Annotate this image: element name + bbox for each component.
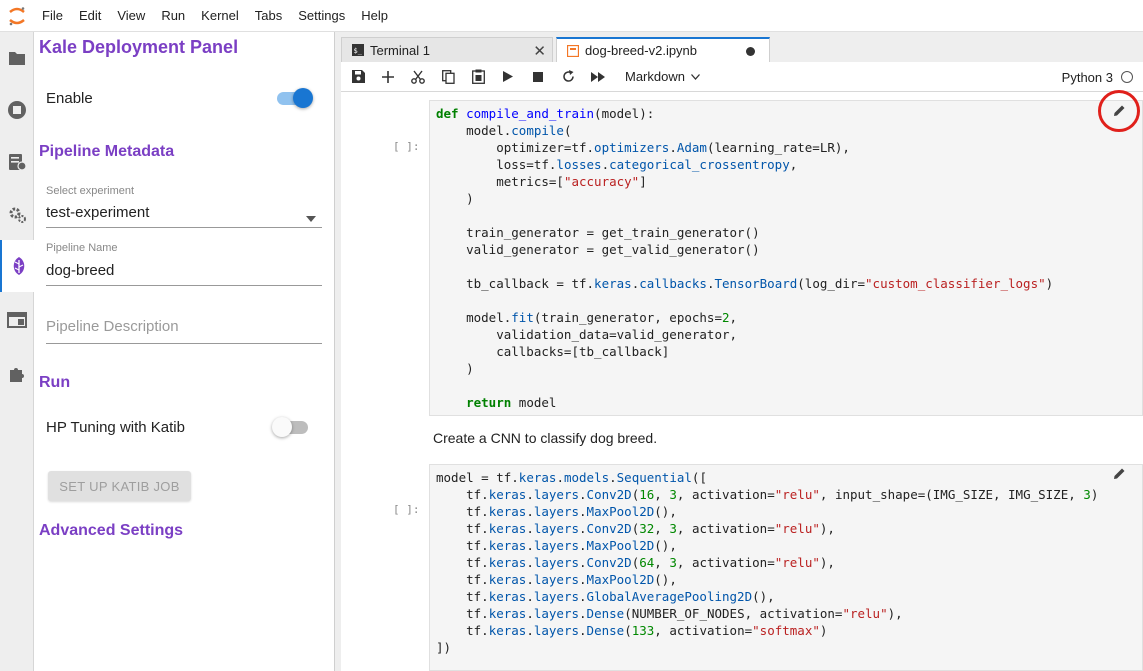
- enable-label: Enable: [46, 90, 93, 107]
- folder-icon[interactable]: [0, 32, 34, 84]
- tab-notebook[interactable]: dog-breed-v2.ipynb: [556, 37, 770, 62]
- run-title: Run: [39, 374, 71, 391]
- commands-icon[interactable]: [0, 136, 34, 188]
- property-inspector-icon[interactable]: [0, 188, 34, 240]
- tab-notebook-label: dog-breed-v2.ipynb: [585, 43, 698, 58]
- stop-icon[interactable]: [523, 62, 553, 92]
- menu-kernel[interactable]: Kernel: [193, 0, 247, 32]
- menu-edit[interactable]: Edit: [71, 0, 109, 32]
- left-sidebar-strip: [0, 32, 35, 671]
- cell-prompt: [ ]:: [393, 140, 420, 153]
- unsaved-dot-icon[interactable]: [746, 47, 755, 56]
- kernel-status-icon: [1121, 71, 1133, 83]
- highlight-circle: [1098, 90, 1140, 132]
- hp-tuning-label: HP Tuning with Katib: [46, 419, 185, 436]
- menu-run[interactable]: Run: [153, 0, 193, 32]
- cut-icon[interactable]: [403, 62, 433, 92]
- save-icon[interactable]: [343, 62, 373, 92]
- markdown-cell[interactable]: Create a CNN to classify dog breed.: [433, 430, 657, 446]
- experiment-select[interactable]: Select experiment test-experiment: [46, 182, 322, 228]
- running-icon[interactable]: [0, 84, 34, 136]
- pipeline-metadata-title: Pipeline Metadata: [39, 143, 175, 160]
- enable-toggle[interactable]: [275, 88, 313, 108]
- chevron-down-icon: [690, 73, 700, 80]
- run-icon[interactable]: [493, 62, 523, 92]
- advanced-settings-title[interactable]: Advanced Settings: [39, 522, 183, 540]
- kernel-name: Python 3: [1061, 69, 1113, 85]
- menu-settings[interactable]: Settings: [290, 0, 353, 32]
- pipeline-name-value: dog-breed: [46, 262, 115, 279]
- hp-tuning-toggle[interactable]: [272, 417, 310, 437]
- dropdown-arrow-icon: [306, 210, 316, 225]
- menu-file[interactable]: File: [34, 0, 71, 32]
- notebook-toolbar: Markdown Python 3: [341, 62, 1143, 92]
- cell-type-select[interactable]: Markdown: [625, 69, 700, 84]
- experiment-caption: Select experiment: [46, 185, 135, 197]
- tabs-icon[interactable]: [0, 294, 34, 346]
- panel-title: Kale Deployment Panel: [39, 37, 239, 57]
- fast-forward-icon[interactable]: [583, 62, 613, 92]
- pipeline-description-field[interactable]: Pipeline Description: [46, 310, 322, 344]
- pipeline-name-caption: Pipeline Name: [46, 242, 118, 254]
- menu-bar: File Edit View Run Kernel Tabs Settings …: [0, 0, 1143, 32]
- kale-icon[interactable]: [0, 240, 35, 292]
- jupyter-logo-icon: [0, 0, 34, 32]
- code-cell-compile-and-train[interactable]: def compile_and_train(model): model.comp…: [429, 100, 1143, 416]
- terminal-icon: $_: [352, 44, 364, 56]
- svg-text:$_: $_: [354, 47, 363, 55]
- cell-prompt: [ ]:: [393, 503, 420, 516]
- code-cell-model-sequential[interactable]: model = tf.keras.models.Sequential([ tf.…: [429, 464, 1143, 671]
- kernel-indicator[interactable]: Python 3: [1062, 62, 1133, 92]
- extensions-icon[interactable]: [0, 348, 34, 400]
- copy-icon[interactable]: [433, 62, 463, 92]
- tab-terminal-label: Terminal 1: [370, 42, 430, 58]
- notebook-panel: Markdown Python 3 [ ]: def compile_and_t…: [341, 62, 1143, 671]
- pipeline-name-field[interactable]: Pipeline Name dog-breed: [46, 239, 322, 286]
- add-cell-icon[interactable]: [373, 62, 403, 92]
- setup-katib-job-button[interactable]: SET UP KATIB JOB: [48, 471, 191, 501]
- kale-deployment-panel: Kale Deployment Panel Enable Pipeline Me…: [34, 32, 335, 671]
- notebook-icon: [567, 44, 579, 57]
- pipeline-description-placeholder: Pipeline Description: [46, 318, 179, 335]
- menu-help[interactable]: Help: [353, 0, 396, 32]
- pencil-edit-icon[interactable]: [1113, 467, 1126, 483]
- cell-type-value: Markdown: [625, 69, 685, 84]
- code-source[interactable]: def compile_and_train(model): model.comp…: [430, 101, 1142, 415]
- menu-view[interactable]: View: [109, 0, 153, 32]
- tab-bar: $_ Terminal 1 ✕ dog-breed-v2.ipynb: [335, 32, 1143, 62]
- close-icon[interactable]: ✕: [533, 42, 546, 60]
- code-source[interactable]: model = tf.keras.models.Sequential([ tf.…: [430, 465, 1142, 660]
- main-dock-area: $_ Terminal 1 ✕ dog-breed-v2.ipynb Markd…: [335, 32, 1143, 671]
- experiment-value: test-experiment: [46, 204, 150, 221]
- paste-icon[interactable]: [463, 62, 493, 92]
- tab-terminal[interactable]: $_ Terminal 1 ✕: [341, 37, 553, 62]
- restart-icon[interactable]: [553, 62, 583, 92]
- menu-tabs[interactable]: Tabs: [247, 0, 290, 32]
